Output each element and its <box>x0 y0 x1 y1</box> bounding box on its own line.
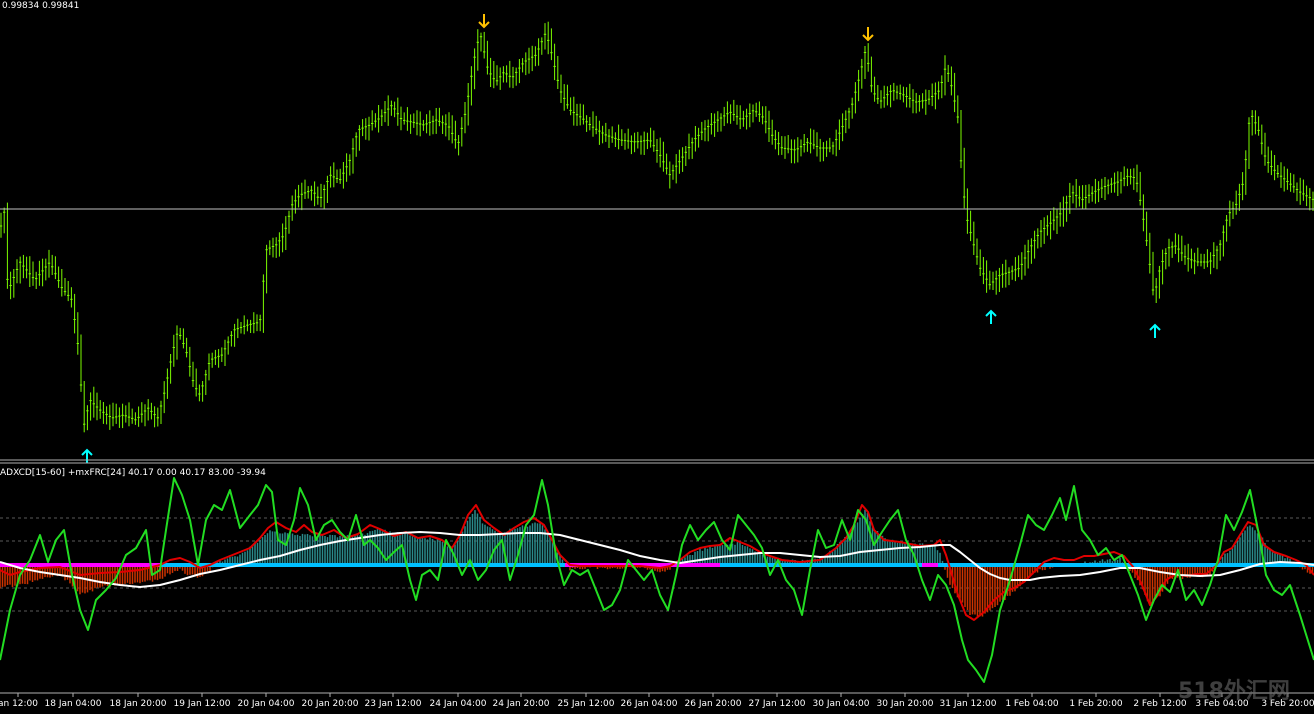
chart-canvas[interactable]: 0.99834 0.99841 ADXCD[15-60] +mxFRC[24] … <box>0 0 1314 714</box>
time-tick-label: 27 Jan 12:00 <box>749 699 806 709</box>
watermark: 518外汇网 <box>1178 678 1290 704</box>
time-tick-label: 20 Jan 04:00 <box>238 699 295 709</box>
zero-bar-segment <box>0 563 160 567</box>
time-tick-label: 23 Jan 12:00 <box>365 699 422 709</box>
time-tick-label: 1 Feb 20:00 <box>1069 699 1123 709</box>
chart-background <box>0 0 1314 714</box>
time-tick-label: 25 Jan 12:00 <box>558 699 615 709</box>
time-tick-label: 24 Jan 20:00 <box>493 699 550 709</box>
time-tick-label: 30 Jan 20:00 <box>877 699 934 709</box>
time-tick-label: 26 Jan 04:00 <box>621 699 678 709</box>
time-tick-label: 24 Jan 04:00 <box>430 699 487 709</box>
time-tick-label: 26 Jan 20:00 <box>685 699 742 709</box>
zero-bar-segment <box>922 563 938 567</box>
time-tick-label: 18 Jan 20:00 <box>110 699 167 709</box>
time-tick-label: 1 Feb 04:00 <box>1005 699 1059 709</box>
time-tick-label: 30 Jan 04:00 <box>813 699 870 709</box>
time-tick-label: an 12:00 <box>0 699 38 709</box>
time-tick-label: 19 Jan 12:00 <box>174 699 231 709</box>
indicator-label: ADXCD[15-60] +mxFRC[24] 40.17 0.00 40.17… <box>0 468 266 478</box>
time-tick-label: 20 Jan 20:00 <box>302 699 359 709</box>
price-readout: 0.99834 0.99841 <box>2 1 79 11</box>
time-tick-label: 31 Jan 12:00 <box>940 699 997 709</box>
time-tick-label: 18 Jan 04:00 <box>45 699 102 709</box>
